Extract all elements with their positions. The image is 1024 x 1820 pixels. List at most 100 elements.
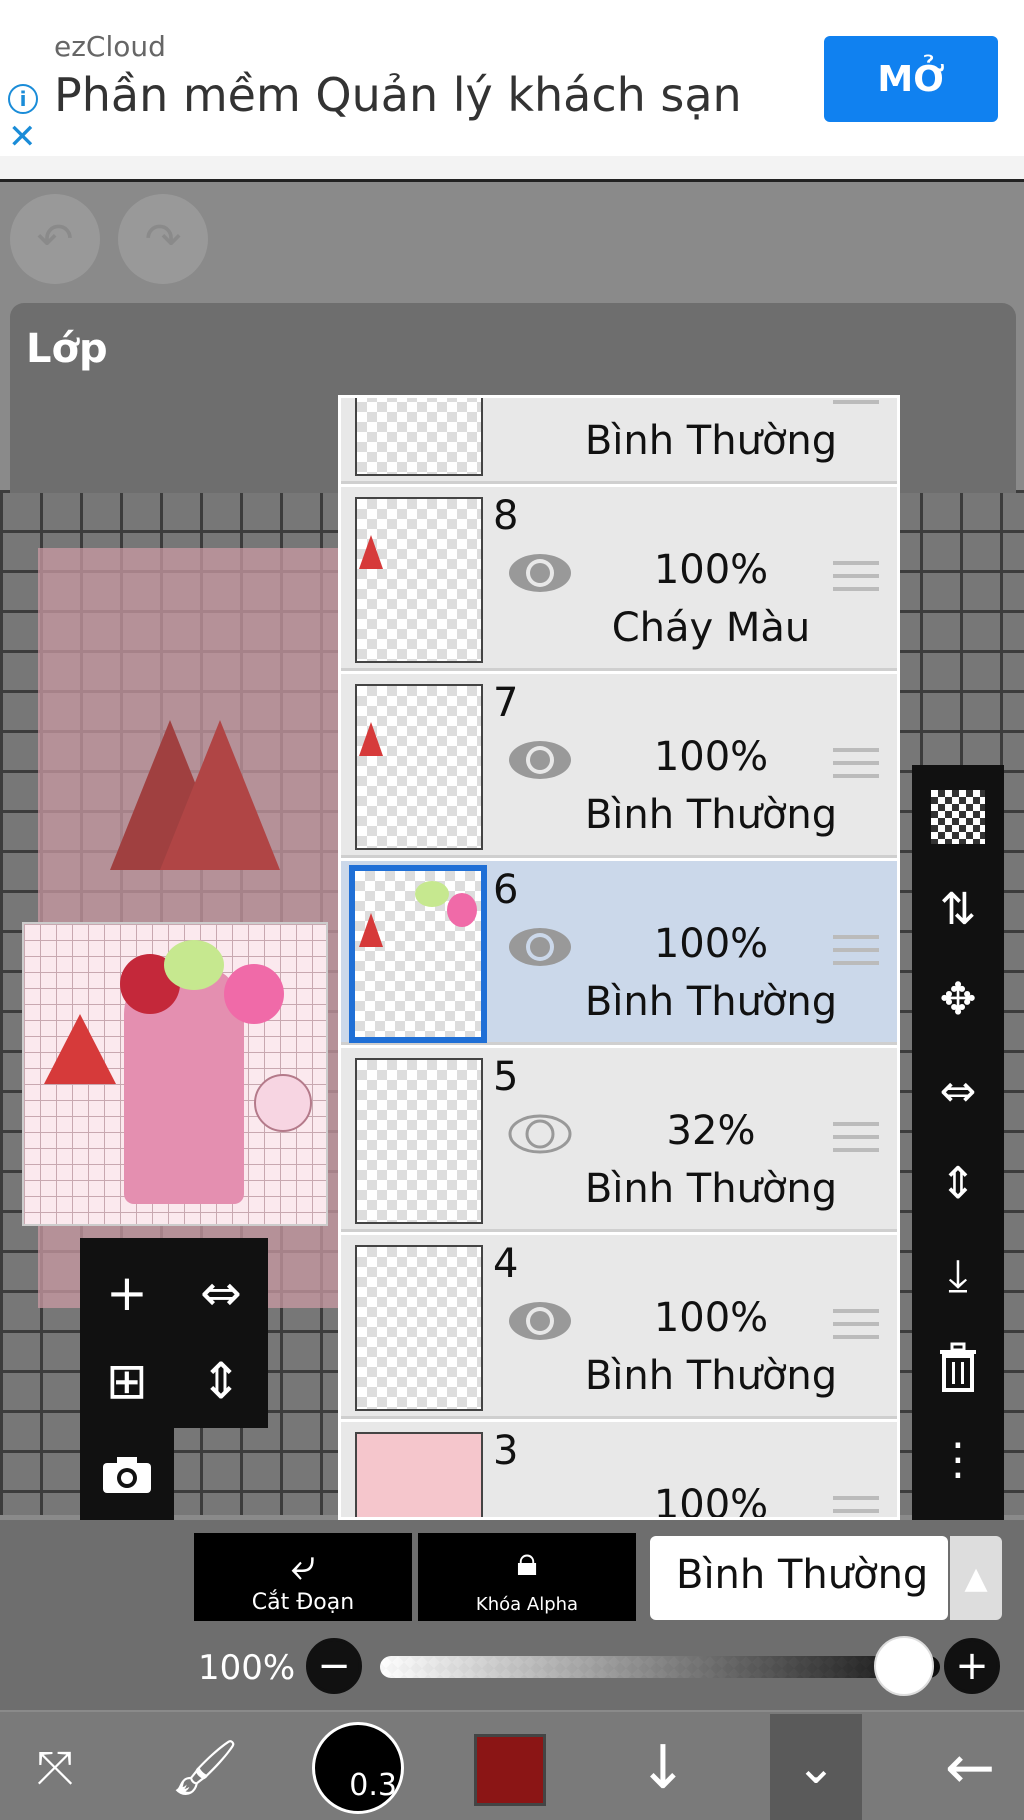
close-icon[interactable]: ✕: [8, 120, 37, 154]
collapse-button[interactable]: ⌄: [770, 1714, 862, 1820]
trash-icon[interactable]: [924, 1333, 992, 1401]
transparency-icon[interactable]: [924, 783, 992, 851]
layer-thumbnail: [355, 398, 483, 476]
move-icon[interactable]: ✥: [924, 965, 992, 1033]
undo-icon: ↶: [36, 213, 74, 265]
lock-icon: 🔒︎: [516, 1539, 538, 1585]
ad-brand: ezCloud: [54, 30, 166, 63]
undo-button[interactable]: ↶: [10, 194, 100, 284]
ad-banner[interactable]: ezCloud Phần mềm Quản lý khách sạn i ✕ M…: [0, 0, 1024, 182]
ice-cream-shape: [415, 881, 449, 907]
drag-handle-icon[interactable]: [833, 748, 879, 788]
blend-mode-value: Bình Thường: [676, 1552, 929, 1598]
brush-size-value: 0.3: [349, 1768, 397, 1803]
drag-handle-icon[interactable]: [833, 1122, 879, 1162]
layer-opacity: 100%: [653, 1482, 769, 1520]
info-icon[interactable]: i: [8, 84, 38, 114]
layer-row[interactable]: 5 32% Bình Thường: [341, 1048, 897, 1232]
brush-size-button[interactable]: 0.3: [312, 1722, 404, 1814]
layer-actions-popup: + ⇔ ⊞ ⇕: [80, 1238, 268, 1428]
brush-icon[interactable]: 🖌︎: [170, 1720, 240, 1816]
drag-handle-icon[interactable]: [833, 1496, 879, 1517]
layer-thumbnail: [355, 684, 483, 850]
layer-number: 5: [493, 1054, 519, 1100]
redo-icon: ↷: [144, 213, 182, 265]
eye-icon[interactable]: [507, 551, 573, 595]
layer-row[interactable]: 8 100% Cháy Màu: [341, 487, 897, 671]
drag-handle-icon[interactable]: [833, 398, 879, 414]
add-layer-icon[interactable]: +: [92, 1258, 162, 1328]
collapse-icon: ⌄: [795, 1739, 837, 1795]
panel-title: Lớp: [26, 326, 108, 372]
transform-icon[interactable]: ⤧: [20, 1720, 90, 1816]
layer-blend-mode: Cháy Màu: [611, 605, 811, 651]
flip-horizontal-icon[interactable]: ⇔: [924, 1057, 992, 1125]
ad-title[interactable]: Phần mềm Quản lý khách sạn: [54, 68, 742, 122]
layer-thumbnail: [355, 1432, 483, 1517]
ad-open-button[interactable]: MỞ: [824, 36, 998, 122]
layer-opacity: 100%: [653, 921, 769, 967]
minus-icon: −: [317, 1643, 351, 1689]
swap-layer-icon[interactable]: ⇅: [924, 875, 992, 943]
layer-row[interactable]: 3 100%: [341, 1422, 897, 1520]
flip-vertical-icon[interactable]: ⇕: [924, 1149, 992, 1217]
layer-number: 4: [493, 1241, 519, 1287]
color-swatch[interactable]: [474, 1734, 546, 1806]
watermelon-shape: [160, 720, 280, 870]
drag-handle-icon[interactable]: [833, 935, 879, 975]
layer-opacity: 100%: [631, 398, 791, 406]
ice-cream-shape: [447, 893, 477, 927]
clipping-button[interactable]: ⤶ Cắt Đoạn: [194, 1533, 412, 1621]
opacity-increase-button[interactable]: +: [944, 1638, 1000, 1694]
download-icon[interactable]: ↓: [628, 1720, 698, 1816]
layer-blend-mode: Bình Thường: [584, 1353, 838, 1399]
flip-vertical-icon[interactable]: ⇕: [186, 1346, 256, 1416]
camera-icon[interactable]: [92, 1440, 162, 1510]
ad-content[interactable]: ezCloud Phần mềm Quản lý khách sạn i ✕ M…: [0, 0, 1024, 156]
canvas-thumbnail-preview[interactable]: [22, 922, 328, 1226]
layer-list[interactable]: 100% Bình Thường 8 100% Cháy Màu 7 100% …: [338, 395, 900, 1520]
eye-icon[interactable]: [507, 738, 573, 782]
back-icon[interactable]: ←: [930, 1720, 1010, 1816]
more-icon[interactable]: ⋮: [924, 1425, 992, 1493]
layer-number: 3: [493, 1428, 519, 1474]
layer-opacity: 100%: [653, 547, 769, 593]
duplicate-layer-icon[interactable]: ⊞: [92, 1346, 162, 1416]
layer-thumbnail: [355, 1058, 483, 1224]
eye-icon[interactable]: [507, 925, 573, 969]
clipping-label: Cắt Đoạn: [251, 1590, 355, 1615]
layer-row-selected[interactable]: 6 100% Bình Thường: [341, 861, 897, 1045]
opacity-slider-knob[interactable]: [874, 1636, 934, 1696]
layer-number: 8: [493, 493, 519, 539]
clipping-icon: ⤶: [290, 1539, 316, 1590]
eye-icon[interactable]: [507, 1299, 573, 1343]
redo-button[interactable]: ↷: [118, 194, 208, 284]
layer-row[interactable]: 7 100% Bình Thường: [341, 674, 897, 858]
layer-blend-mode: Bình Thường: [584, 792, 838, 838]
drag-handle-icon[interactable]: [833, 561, 879, 601]
layer-actions-popup-bottom: [80, 1428, 174, 1520]
opacity-slider[interactable]: [380, 1656, 940, 1678]
layer-number: 7: [493, 680, 519, 726]
layer-tools-bar: ⇅ ✥ ⇔ ⇕ ⤓ ⋮: [912, 765, 1004, 1520]
layer-thumbnail: [355, 497, 483, 663]
drag-handle-icon[interactable]: [833, 1309, 879, 1349]
eye-hidden-icon[interactable]: [507, 1112, 573, 1156]
watermelon-slice: [359, 535, 383, 569]
watermelon-slice: [359, 913, 383, 947]
opacity-label: 100%: [198, 1648, 296, 1688]
plus-icon: +: [955, 1643, 989, 1689]
layer-opacity: 100%: [653, 1295, 769, 1341]
layer-thumbnail: [355, 1245, 483, 1411]
layer-opacity: 100%: [653, 734, 769, 780]
layer-row[interactable]: 4 100% Bình Thường: [341, 1235, 897, 1419]
blend-mode-arrow-icon[interactable]: ▲: [950, 1536, 1002, 1620]
alpha-lock-label: Khóa Alpha: [475, 1594, 579, 1615]
layer-row[interactable]: 100% Bình Thường: [341, 398, 897, 484]
color-swatch-fill: [477, 1737, 543, 1803]
layer-blend-mode: Bình Thường: [584, 418, 838, 464]
opacity-decrease-button[interactable]: −: [306, 1638, 362, 1694]
merge-down-icon[interactable]: ⤓: [924, 1241, 992, 1309]
alpha-lock-button[interactable]: 🔒︎ Khóa Alpha: [418, 1533, 636, 1621]
flip-horizontal-icon[interactable]: ⇔: [186, 1258, 256, 1328]
